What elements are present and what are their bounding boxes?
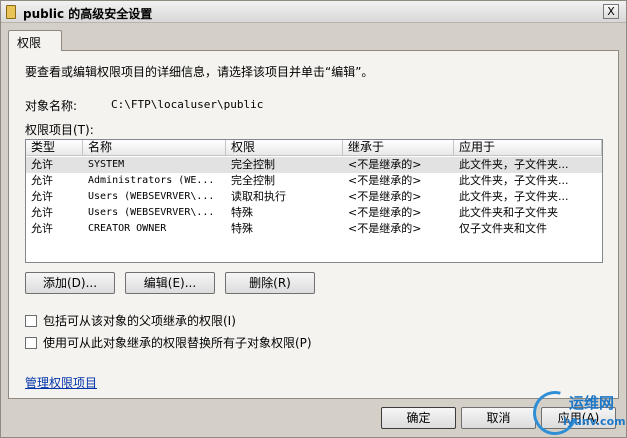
- table-row[interactable]: 允许 Administrators (WE... 完全控制 <不是继承的> 此文…: [26, 173, 602, 189]
- table-row[interactable]: 允许 CREATOR OWNER 特殊 <不是继承的> 仅子文件夹和文件: [26, 221, 602, 237]
- row-type: 允许: [31, 206, 53, 219]
- replace-child-checkbox[interactable]: [25, 336, 37, 349]
- folder-icon: [6, 5, 16, 19]
- advanced-security-settings-window: public 的高级安全设置 X 权限 要查看或编辑权限项目的详细信息，请选择该…: [0, 0, 627, 438]
- list-rows: 允许 SYSTEM 完全控制 <不是继承的> 此文件夹，子文件夹... 允许 A…: [26, 157, 602, 237]
- row-permission: 完全控制: [231, 158, 275, 171]
- row-permission: 特殊: [231, 206, 253, 219]
- row-applies-to: 此文件夹，子文件夹...: [459, 190, 569, 203]
- object-name-value: C:\FTP\localuser\public: [111, 98, 264, 111]
- watermark-brand: 运维网: [569, 394, 615, 412]
- table-row[interactable]: 允许 Users (WEBSEVRVER\... 读取和执行 <不是继承的> 此…: [26, 189, 602, 205]
- row-applies-to: 仅子文件夹和文件: [459, 222, 547, 235]
- column-header-name[interactable]: 名称: [83, 140, 226, 156]
- watermark-site: iyunv.com: [563, 415, 626, 428]
- remove-button[interactable]: 删除(R): [225, 272, 315, 294]
- window-title: public 的高级安全设置: [23, 7, 153, 21]
- object-name-label: 对象名称:: [25, 99, 78, 113]
- manage-permission-entries-link[interactable]: 管理权限项目: [25, 374, 97, 391]
- permission-entries-label: 权限项目(T):: [25, 123, 94, 137]
- include-inheritable-checkbox[interactable]: [25, 314, 37, 327]
- replace-child-checkbox-row[interactable]: 使用可从此对象继承的权限替换所有子对象权限(P): [25, 334, 312, 351]
- instructions-text: 要查看或编辑权限项目的详细信息，请选择该项目并单击“编辑”。: [25, 65, 374, 79]
- row-inherited-from: <不是继承的>: [348, 222, 422, 235]
- row-inherited-from: <不是继承的>: [348, 174, 422, 187]
- cancel-button[interactable]: 取消: [461, 407, 536, 429]
- row-applies-to: 此文件夹，子文件夹...: [459, 174, 569, 187]
- replace-child-label: 使用可从此对象继承的权限替换所有子对象权限(P): [43, 336, 312, 350]
- permissions-panel: 要查看或编辑权限项目的详细信息，请选择该项目并单击“编辑”。 对象名称: C:\…: [8, 50, 619, 399]
- column-header-inherited-from[interactable]: 继承于: [343, 140, 454, 156]
- column-header-type[interactable]: 类型: [26, 140, 83, 156]
- column-header-permission[interactable]: 权限: [226, 140, 343, 156]
- list-header: 类型 名称 权限 继承于 应用于: [26, 140, 602, 156]
- row-permission: 完全控制: [231, 174, 275, 187]
- row-name: Administrators (WE...: [88, 175, 215, 186]
- row-name: SYSTEM: [88, 159, 125, 170]
- table-row[interactable]: 允许 Users (WEBSEVRVER\... 特殊 <不是继承的> 此文件夹…: [26, 205, 602, 221]
- permission-entries-list[interactable]: 类型 名称 权限 继承于 应用于 允许 SYSTEM 完全控制 <不是继承的> …: [25, 139, 603, 263]
- row-type: 允许: [31, 190, 53, 203]
- table-row[interactable]: 允许 SYSTEM 完全控制 <不是继承的> 此文件夹，子文件夹...: [26, 157, 602, 173]
- close-button[interactable]: X: [603, 4, 619, 19]
- include-inheritable-checkbox-row[interactable]: 包括可从该对象的父项继承的权限(I): [25, 312, 236, 329]
- row-inherited-from: <不是继承的>: [348, 206, 422, 219]
- row-inherited-from: <不是继承的>: [348, 190, 422, 203]
- column-header-applies-to[interactable]: 应用于: [454, 140, 602, 156]
- ok-button[interactable]: 确定: [381, 407, 456, 429]
- tab-permissions[interactable]: 权限: [8, 30, 62, 51]
- watermark-logo: 运维网 iyunv.com: [524, 382, 627, 438]
- row-applies-to: 此文件夹，子文件夹...: [459, 158, 569, 171]
- row-permission: 读取和执行: [231, 190, 286, 203]
- row-name: CREATOR OWNER: [88, 223, 167, 234]
- row-applies-to: 此文件夹和子文件夹: [459, 206, 558, 219]
- row-type: 允许: [31, 158, 53, 171]
- row-name: Users (WEBSEVRVER\...: [88, 207, 215, 218]
- row-type: 允许: [31, 174, 53, 187]
- row-inherited-from: <不是继承的>: [348, 158, 422, 171]
- row-type: 允许: [31, 222, 53, 235]
- add-button[interactable]: 添加(D)...: [25, 272, 115, 294]
- tab-permissions-label: 权限: [17, 36, 42, 50]
- edit-button[interactable]: 编辑(E)...: [125, 272, 215, 294]
- include-inheritable-label: 包括可从该对象的父项继承的权限(I): [43, 314, 236, 328]
- row-name: Users (WEBSEVRVER\...: [88, 191, 215, 202]
- row-permission: 特殊: [231, 222, 253, 235]
- title-bar: public 的高级安全设置 X: [1, 1, 626, 23]
